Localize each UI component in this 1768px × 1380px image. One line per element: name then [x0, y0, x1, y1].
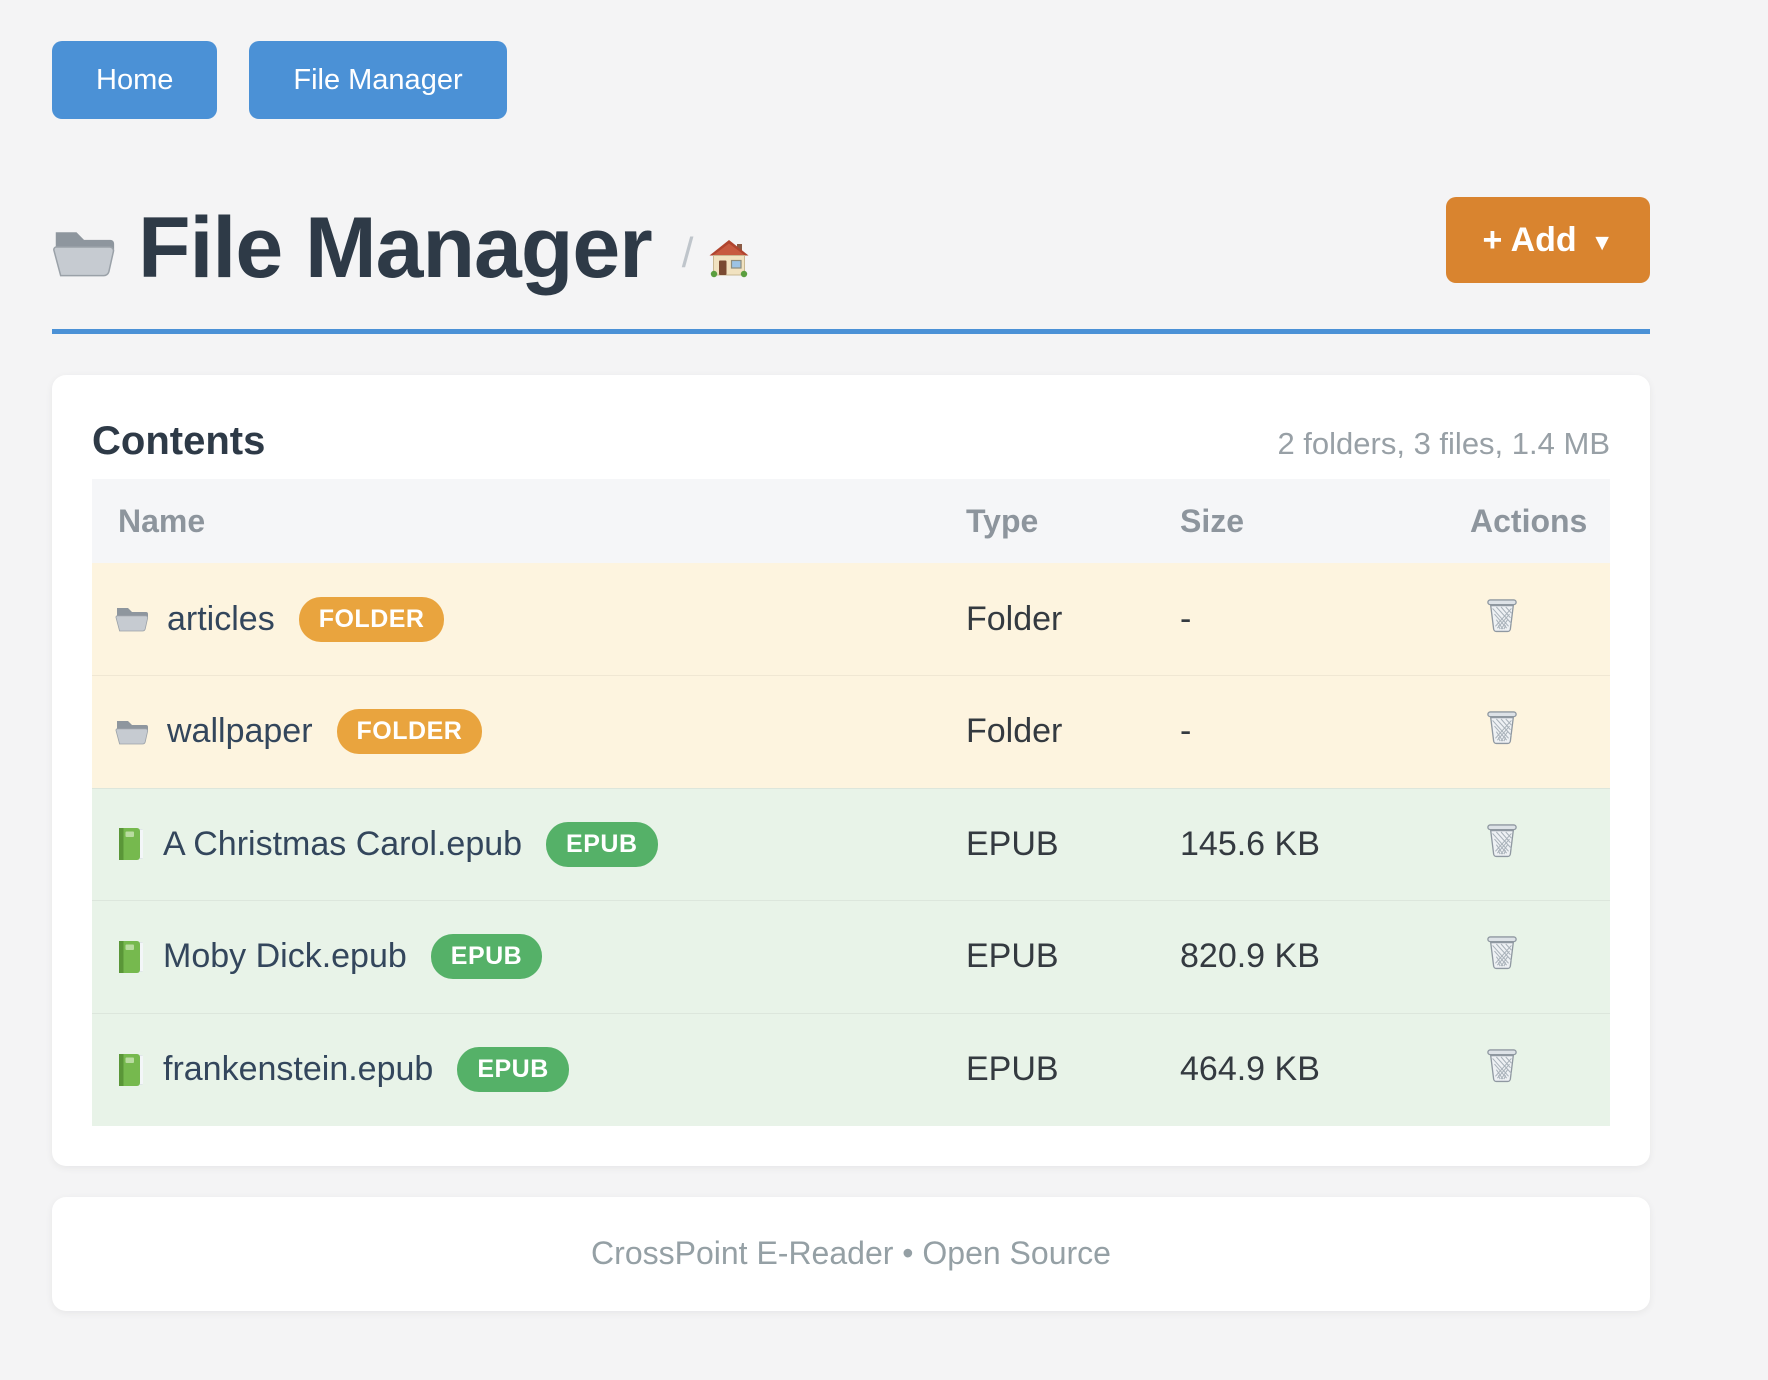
nav-home-button[interactable]: Home	[52, 41, 217, 119]
trash-icon[interactable]	[1486, 1046, 1518, 1084]
size-cell: 145.6 KB	[1180, 788, 1470, 901]
page-title: File Manager	[138, 205, 652, 291]
type-cell: EPUB	[966, 788, 1180, 901]
nav-file-manager-button[interactable]: File Manager	[249, 41, 506, 119]
table-header-row: Name Type Size Actions	[92, 479, 1610, 563]
size-cell: 820.9 KB	[1180, 901, 1470, 1014]
name-cell: frankenstein.epub EPUB	[92, 1047, 966, 1092]
type-cell: EPUB	[966, 1013, 1180, 1126]
footer: CrossPoint E-Reader • Open Source	[52, 1197, 1650, 1311]
top-nav: Home File Manager	[52, 41, 1650, 119]
name-cell: Moby Dick.epub EPUB	[92, 934, 966, 979]
contents-card: Contents 2 folders, 3 files, 1.4 MB Name…	[52, 375, 1650, 1166]
file-name[interactable]: frankenstein.epub	[163, 1050, 433, 1089]
caret-down-icon: ▼	[1591, 229, 1614, 256]
type-cell: EPUB	[966, 901, 1180, 1014]
contents-title: Contents	[92, 419, 265, 464]
type-cell: Folder	[966, 676, 1180, 789]
trash-icon[interactable]	[1486, 821, 1518, 859]
book-icon	[115, 827, 145, 861]
column-header-type: Type	[966, 479, 1180, 563]
table-row: wallpaper FOLDER Folder -	[92, 676, 1610, 789]
file-name[interactable]: articles	[167, 600, 275, 639]
folder-icon	[115, 605, 149, 633]
name-cell: A Christmas Carol.epub EPUB	[92, 822, 966, 867]
header-divider	[52, 329, 1650, 334]
type-badge: EPUB	[546, 822, 657, 867]
breadcrumb-separator: /	[682, 229, 694, 277]
title-group: File Manager /	[52, 205, 749, 283]
type-badge: FOLDER	[337, 709, 483, 754]
column-header-actions: Actions	[1470, 479, 1610, 563]
size-cell: -	[1180, 676, 1470, 789]
footer-text: CrossPoint E-Reader • Open Source	[591, 1235, 1111, 1272]
name-cell: wallpaper FOLDER	[92, 709, 966, 754]
type-badge: EPUB	[457, 1047, 568, 1092]
type-badge: FOLDER	[299, 597, 445, 642]
size-cell: -	[1180, 563, 1470, 676]
type-badge: EPUB	[431, 934, 542, 979]
name-cell: articles FOLDER	[92, 597, 966, 642]
file-name[interactable]: Moby Dick.epub	[163, 937, 407, 976]
table-row: A Christmas Carol.epub EPUB EPUB 145.6 K…	[92, 788, 1610, 901]
column-header-name: Name	[92, 479, 966, 563]
file-name[interactable]: A Christmas Carol.epub	[163, 825, 522, 864]
table-row: Moby Dick.epub EPUB EPUB 820.9 KB	[92, 901, 1610, 1014]
add-button-label: + Add	[1483, 221, 1577, 260]
book-icon	[115, 1053, 145, 1087]
add-button[interactable]: + Add ▼	[1446, 197, 1650, 283]
file-table: Name Type Size Actions articles	[92, 479, 1610, 1126]
folder-icon	[115, 718, 149, 746]
table-row: frankenstein.epub EPUB EPUB 464.9 KB	[92, 1013, 1610, 1126]
column-header-size: Size	[1180, 479, 1470, 563]
file-manager-page: Home File Manager File Manager /	[52, 0, 1650, 1311]
page-header: File Manager / + Add ▼	[52, 197, 1650, 283]
type-cell: Folder	[966, 563, 1180, 676]
table-row: articles FOLDER Folder -	[92, 563, 1610, 676]
file-name[interactable]: wallpaper	[167, 712, 313, 751]
trash-icon[interactable]	[1486, 708, 1518, 746]
folder-icon	[52, 225, 116, 281]
trash-icon[interactable]	[1486, 933, 1518, 971]
book-icon	[115, 940, 145, 974]
contents-card-header: Contents 2 folders, 3 files, 1.4 MB	[92, 419, 1610, 463]
house-icon[interactable]	[709, 239, 749, 279]
trash-icon[interactable]	[1486, 596, 1518, 634]
contents-summary: 2 folders, 3 files, 1.4 MB	[1277, 426, 1610, 462]
size-cell: 464.9 KB	[1180, 1013, 1470, 1126]
